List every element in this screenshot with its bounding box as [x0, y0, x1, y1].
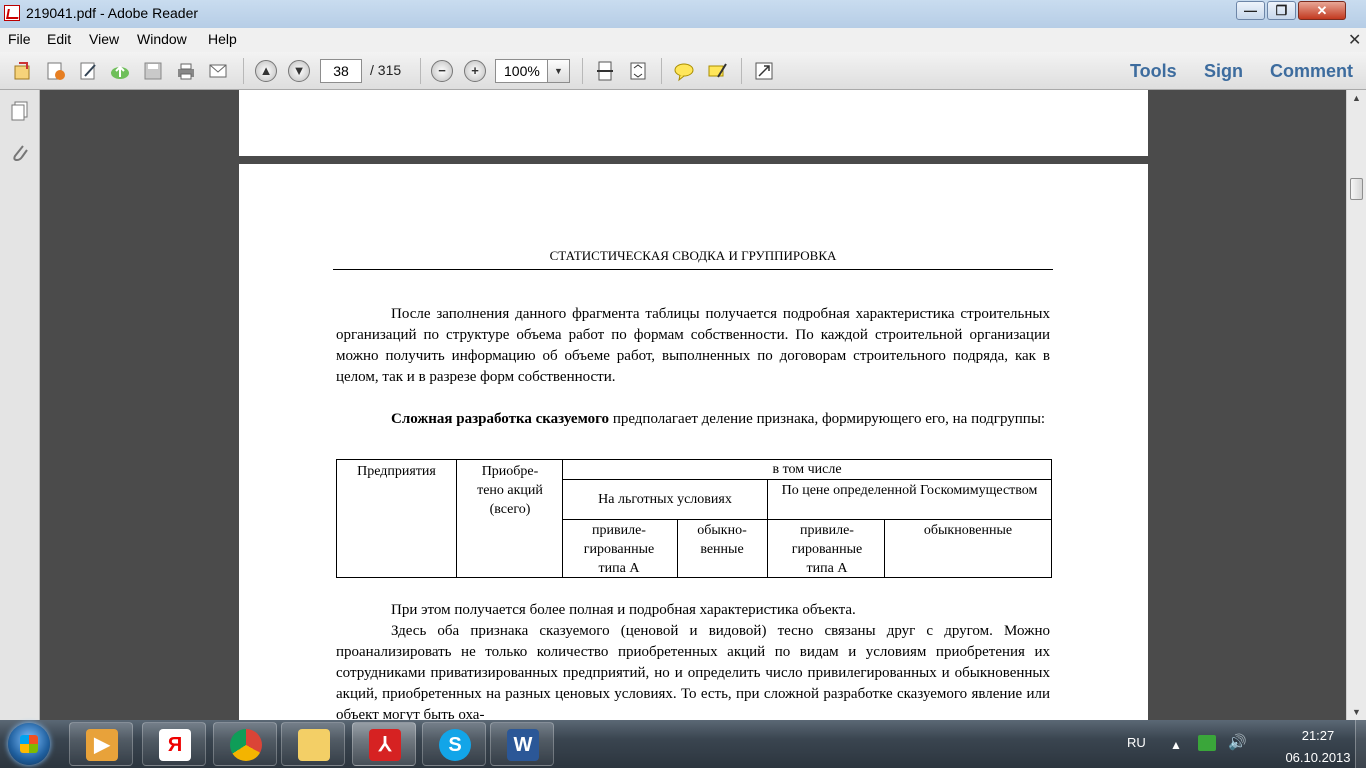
navigation-pane [0, 90, 40, 720]
edit-pdf-icon[interactable] [77, 60, 99, 82]
menu-help[interactable]: Help [208, 31, 237, 47]
clock-date[interactable]: 06.10.2013 [1278, 750, 1358, 765]
skype-icon: S [439, 729, 471, 761]
header-rule [333, 269, 1053, 270]
page-number-input[interactable]: 38 [320, 59, 362, 83]
paragraph-2-text: предполагает деление признака, формирующ… [609, 411, 1046, 427]
cloud-upload-icon[interactable] [109, 60, 131, 82]
menu-edit[interactable]: Edit [47, 31, 71, 47]
close-button[interactable]: ✕ [1298, 1, 1346, 20]
table-header-state-price: По цене определенной Госкомимуществом [781, 483, 1038, 498]
network-sync-icon[interactable] [1198, 735, 1216, 751]
start-button[interactable] [8, 723, 50, 765]
taskbar-skype[interactable]: S [422, 722, 486, 766]
running-head: СТАТИСТИЧЕСКАЯ СВОДКА И ГРУППИРОВКА [549, 248, 837, 263]
tab-comment[interactable]: Comment [1270, 61, 1353, 82]
vertical-scrollbar[interactable]: ▲ ▼ [1346, 90, 1366, 720]
table-cell-ordinary-2: обыкновенные [923, 523, 1013, 538]
predicate-table: Предприятия Приобре-тено акций (всего) в… [336, 459, 1052, 578]
page-total-label: / 315 [370, 62, 402, 78]
zoom-level-input[interactable]: 100% [495, 59, 548, 83]
save-icon[interactable] [142, 60, 164, 82]
fit-page-icon[interactable] [627, 60, 649, 82]
title-bar: 219041.pdf - Adobe Reader — ❐ ✕ [0, 0, 1366, 28]
open-file-icon[interactable] [12, 60, 34, 82]
tab-sign[interactable]: Sign [1204, 61, 1243, 82]
table-header-including: в том числе [772, 462, 842, 477]
clock-time[interactable]: 21:27 [1278, 728, 1358, 743]
paragraph-2-bold: Сложная разработка сказуемого [391, 411, 610, 427]
close-document-icon[interactable]: ✕ [1348, 30, 1361, 50]
word-icon: W [507, 729, 539, 761]
paragraph-4: Здесь оба признака сказуемого (ценовой и… [336, 621, 1050, 720]
show-hidden-icons-icon[interactable]: ▲ [1170, 738, 1182, 752]
volume-icon[interactable]: 🔊 [1228, 733, 1247, 751]
restore-icon: ❐ [1275, 3, 1288, 18]
document-view[interactable]: СТАТИСТИЧЕСКАЯ СВОДКА И ГРУППИРОВКА Посл… [40, 90, 1346, 720]
menu-bar: File Edit View Window Help ✕ [0, 28, 1366, 52]
taskbar-media-player[interactable]: ▶ [69, 722, 133, 766]
zoom-dropdown-chevron-icon[interactable]: ▼ [548, 59, 570, 83]
minimize-button[interactable]: — [1236, 1, 1265, 20]
full-screen-icon[interactable] [753, 60, 775, 82]
show-desktop-button[interactable] [1355, 720, 1366, 768]
menu-view[interactable]: View [89, 31, 119, 47]
menu-file[interactable]: File [8, 31, 31, 47]
create-pdf-icon[interactable] [44, 60, 66, 82]
window-title: 219041.pdf - Adobe Reader [26, 5, 199, 21]
scrolling-mode-icon[interactable] [594, 60, 616, 82]
maximize-button[interactable]: ❐ [1267, 1, 1296, 20]
paragraph-1: После заполнения данного фрагмента табли… [336, 304, 1050, 388]
table-cell-preferred-a-2: привиле-гированные типа А [791, 523, 863, 576]
taskbar-yandex-browser[interactable]: Я [142, 722, 206, 766]
zoom-out-button[interactable]: − [431, 60, 453, 82]
scroll-down-icon[interactable]: ▼ [1347, 704, 1366, 720]
minimize-icon: — [1244, 3, 1257, 18]
scrollbar-thumb[interactable] [1350, 178, 1363, 200]
previous-page-button[interactable]: ▲ [255, 60, 277, 82]
tab-tools[interactable]: Tools [1130, 61, 1177, 82]
taskbar: ▶ Я ⅄ S W [0, 720, 1366, 768]
taskbar-adobe-reader[interactable]: ⅄ [352, 722, 416, 766]
highlight-text-icon[interactable] [706, 60, 728, 82]
sticky-note-icon[interactable] [673, 60, 695, 82]
print-icon[interactable] [175, 60, 197, 82]
taskbar-explorer[interactable] [281, 722, 345, 766]
yandex-browser-icon: Я [159, 729, 191, 761]
table-header-preferential-terms: На льготных условиях [598, 492, 732, 507]
chrome-icon [230, 729, 262, 761]
table-cell-preferred-a-1: привиле-гированные типа А [583, 523, 655, 576]
taskbar-word[interactable]: W [490, 722, 554, 766]
table-header-acquired-shares: Приобре-тено акций (всего) [477, 464, 543, 517]
pdf-page: СТАТИСТИЧЕСКАЯ СВОДКА И ГРУППИРОВКА Посл… [239, 164, 1148, 720]
attachments-paperclip-icon[interactable] [9, 142, 31, 164]
page-thumbnails-icon[interactable] [9, 100, 31, 122]
close-icon: ✕ [1316, 3, 1328, 18]
email-icon[interactable] [207, 60, 229, 82]
next-page-button[interactable]: ▼ [288, 60, 310, 82]
paragraph-3: При этом получается более полная и подро… [336, 600, 1050, 621]
menu-window[interactable]: Window [137, 31, 187, 47]
language-indicator[interactable]: RU [1127, 735, 1146, 750]
media-player-icon: ▶ [86, 729, 118, 761]
taskbar-chrome[interactable] [213, 722, 277, 766]
paragraph-4-text: Здесь оба признака сказуемого (ценовой и… [336, 623, 1050, 720]
scroll-up-icon[interactable]: ▲ [1347, 90, 1366, 106]
adobe-reader-icon: ⅄ [369, 729, 401, 761]
paragraph-2: Сложная разработка сказуемого предполага… [336, 409, 1050, 430]
zoom-in-button[interactable]: + [464, 60, 486, 82]
table-header-enterprises: Предприятия [357, 464, 436, 479]
table-cell-ordinary-1: обыкно-венные [697, 523, 747, 557]
adobe-reader-icon [4, 5, 20, 21]
folder-icon [298, 729, 330, 761]
paragraph-3-text: При этом получается более полная и подро… [391, 602, 856, 618]
previous-page-bottom [239, 90, 1148, 156]
paragraph-2-line: Сложная разработка сказуемого предполага… [336, 409, 1050, 430]
paragraph-1-text: После заполнения данного фрагмента табли… [336, 306, 1050, 385]
